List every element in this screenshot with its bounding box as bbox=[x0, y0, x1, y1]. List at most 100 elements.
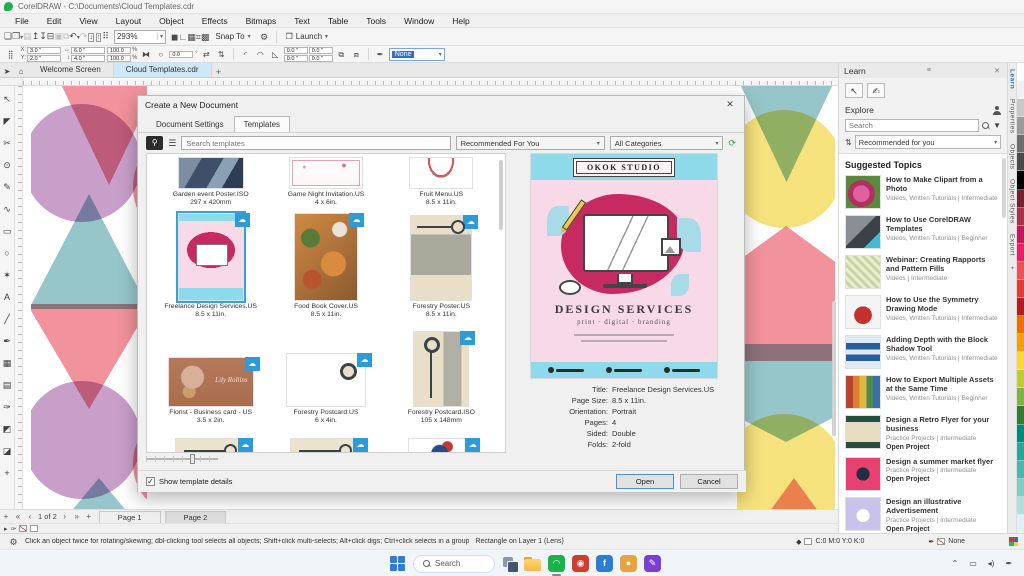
object-y-field[interactable]: 2.0 " bbox=[27, 55, 61, 62]
vertical-ruler[interactable] bbox=[15, 86, 23, 509]
docker-tab[interactable]: + bbox=[1009, 266, 1016, 270]
show-rulers-icon[interactable]: ∟ bbox=[178, 32, 187, 42]
options-gear-icon[interactable]: ⚙ bbox=[257, 30, 272, 44]
save-icon[interactable]: ▤ bbox=[23, 31, 32, 41]
lock-icon[interactable]: ⧈ bbox=[350, 48, 363, 61]
template-card[interactable]: ☁ bbox=[268, 426, 383, 453]
color-swatch[interactable] bbox=[1017, 370, 1024, 388]
show-template-details-checkbox[interactable]: ✓ bbox=[146, 477, 155, 486]
template-card[interactable]: ☁ Forestry Poster.US 8.5 x 11in. bbox=[384, 208, 499, 320]
first-page-button[interactable]: « bbox=[12, 512, 24, 521]
template-search-input[interactable] bbox=[181, 136, 450, 150]
color-swatch[interactable] bbox=[1017, 443, 1024, 461]
capture-app-icon[interactable]: ● bbox=[620, 555, 637, 572]
color-swatch[interactable] bbox=[1017, 352, 1024, 370]
lock-ratio-icon[interactable]: ⧓ bbox=[139, 48, 152, 61]
task-view-button[interactable] bbox=[502, 556, 517, 571]
template-card[interactable]: Lily Rollins ☁ Florist - Business card -… bbox=[153, 320, 268, 426]
photo-paint-icon[interactable]: ◉ bbox=[572, 555, 589, 572]
color-swatch[interactable] bbox=[1017, 63, 1024, 81]
redo-icon[interactable]: ↷ bbox=[80, 31, 88, 41]
ruler-corner[interactable] bbox=[0, 78, 23, 85]
template-card[interactable]: ☁ Fruit Menu.US 8.5 x 11in. bbox=[384, 154, 499, 208]
learn-topic[interactable]: Design an illustrative Advertisement Pra… bbox=[845, 497, 999, 533]
menu-item[interactable]: Edit bbox=[38, 16, 71, 26]
color-swatch[interactable] bbox=[1017, 388, 1024, 406]
template-grid-scrollbar[interactable] bbox=[499, 160, 503, 230]
template-card[interactable]: ☁ Garden event Poster.ISO 297 x 420mm bbox=[153, 154, 268, 208]
learn-scrollbar[interactable] bbox=[1002, 158, 1006, 218]
swatch-white[interactable] bbox=[30, 525, 38, 532]
add-tool-icon[interactable]: + bbox=[1, 462, 14, 484]
recommended-filter-combo[interactable]: Recommended For You▾ bbox=[456, 136, 605, 150]
menu-item[interactable]: File bbox=[6, 16, 38, 26]
pick-tool-icon[interactable]: ↖ bbox=[1, 88, 14, 110]
smart-fill-tool-icon[interactable]: ◪ bbox=[1, 440, 14, 462]
pen-tool-icon[interactable]: ✒ bbox=[1, 330, 14, 352]
taskbar-search[interactable]: Search bbox=[413, 555, 495, 573]
document-color-settings-icon[interactable] bbox=[1009, 537, 1018, 546]
app-grid-icon[interactable]: ⠿ bbox=[102, 31, 109, 41]
snap-to-dropdown[interactable]: Snap To▾ bbox=[210, 30, 255, 44]
hints-bulb-icon[interactable]: ⚲ bbox=[146, 136, 163, 150]
color-swatch[interactable] bbox=[1017, 262, 1024, 280]
next-page-button[interactable]: › bbox=[59, 512, 71, 521]
menu-item[interactable]: Tools bbox=[357, 16, 395, 26]
object-x-field[interactable]: 3.0 " bbox=[27, 47, 61, 54]
interactive-fill-tool-icon[interactable]: ◩ bbox=[1, 418, 14, 440]
mesh-fill-tool-icon[interactable]: ▤ bbox=[1, 374, 14, 396]
undo-icon[interactable]: ↶ bbox=[69, 31, 77, 41]
docker-tab[interactable]: Export bbox=[1009, 234, 1016, 256]
color-swatch[interactable] bbox=[1017, 334, 1024, 352]
artistic-media-tool-icon[interactable]: ∿ bbox=[1, 198, 14, 220]
network-icon[interactable]: ▭ bbox=[968, 559, 978, 568]
open-icon[interactable]: ❒ bbox=[12, 31, 20, 41]
menu-item[interactable]: Text bbox=[285, 16, 319, 26]
aftershot-app-icon[interactable]: ✎ bbox=[644, 555, 661, 572]
crop-tool-icon[interactable]: ✂ bbox=[1, 132, 14, 154]
object-width-field[interactable]: 6.0 " bbox=[71, 47, 105, 54]
page-tab[interactable]: Page 2 bbox=[165, 511, 227, 523]
coreldraw-taskbar-icon[interactable]: ◠ bbox=[548, 555, 565, 572]
menu-item[interactable]: Bitmaps bbox=[237, 16, 286, 26]
canvas-shape[interactable] bbox=[737, 110, 835, 228]
learn-topic[interactable]: How to Export Multiple Assets at the Sam… bbox=[845, 375, 999, 409]
slider-handle[interactable] bbox=[190, 454, 195, 464]
color-swatch[interactable] bbox=[1017, 406, 1024, 424]
learn-sort-combo[interactable]: Recommended for you ▾ bbox=[855, 135, 1001, 149]
palette-cursor-icon[interactable]: ▸ bbox=[4, 525, 8, 533]
corner-radius-bl-field[interactable]: 0.0 " bbox=[284, 55, 308, 62]
color-swatch[interactable] bbox=[1017, 515, 1024, 533]
add-page-button[interactable]: + bbox=[0, 512, 12, 521]
menu-item[interactable]: View bbox=[70, 16, 106, 26]
docker-tab[interactable]: Object Styles bbox=[1009, 179, 1016, 224]
template-card[interactable]: ☁ Food Book Cover.US 8.5 x 11in. bbox=[268, 208, 383, 320]
open-project-link[interactable]: Open Project bbox=[886, 526, 999, 533]
learn-topic[interactable]: How to Use the Symmetry Drawing Mode Vid… bbox=[845, 295, 999, 329]
freehand-tool-icon[interactable]: ✎ bbox=[1, 176, 14, 198]
outline-width-combo[interactable]: None ▾ bbox=[389, 48, 445, 61]
shape-tool-icon[interactable]: ◤ bbox=[1, 110, 14, 132]
template-card[interactable]: ☁ bbox=[153, 426, 268, 453]
zoom-tool-icon[interactable]: ⊙ bbox=[1, 154, 14, 176]
open-project-link[interactable]: Open Project bbox=[886, 476, 999, 483]
filter-list-icon[interactable]: ☰ bbox=[168, 138, 176, 149]
open-project-link[interactable]: Open Project bbox=[886, 444, 999, 451]
docker-close-icon[interactable]: ✕ bbox=[992, 67, 1002, 75]
copy-icon[interactable]: ⧉ bbox=[63, 31, 69, 41]
close-icon[interactable]: ✕ bbox=[723, 99, 737, 110]
categories-filter-combo[interactable]: All Categories▾ bbox=[610, 136, 724, 150]
color-swatch[interactable] bbox=[1017, 461, 1024, 479]
learn-topic[interactable]: Adding Depth with the Block Shadow Tool … bbox=[845, 335, 999, 369]
canvas-shape[interactable] bbox=[31, 381, 141, 499]
color-swatch[interactable] bbox=[1017, 117, 1024, 135]
template-card[interactable]: ☁ Game Night Invitation.US 4 x 6in. bbox=[268, 154, 383, 208]
color-swatch[interactable] bbox=[1017, 135, 1024, 153]
learn-topic[interactable]: Design a Retro Flyer for your business P… bbox=[845, 415, 999, 451]
template-card[interactable]: ☁ Forestry Postcard.ISO 105 x 148mm bbox=[384, 320, 499, 426]
rotation-angle-field[interactable]: 0.0 bbox=[169, 51, 193, 58]
volume-icon[interactable]: ◂) bbox=[986, 559, 996, 568]
horizontal-ruler[interactable] bbox=[23, 78, 838, 85]
thumbnail-size-slider[interactable] bbox=[146, 454, 256, 464]
chamfered-corner-icon[interactable]: ◺ bbox=[269, 48, 282, 61]
